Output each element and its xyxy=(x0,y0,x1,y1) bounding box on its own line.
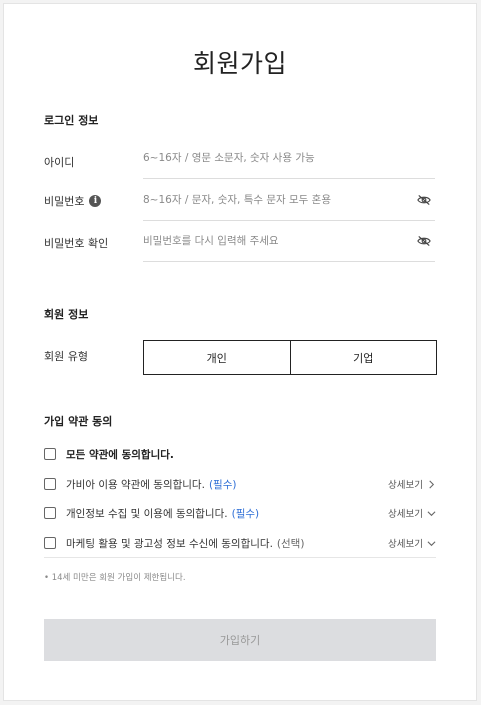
agree-all-checkbox[interactable] xyxy=(44,448,56,460)
member-info-heading: 회원 정보 xyxy=(44,308,89,321)
page-title: 회원가입 xyxy=(192,49,287,78)
eye-off-icon[interactable] xyxy=(417,194,431,206)
terms-label-gabia[interactable]: 가비아 이용 약관에 동의합니다. xyxy=(66,477,205,492)
id-field xyxy=(143,138,435,179)
member-type-personal-button[interactable]: 개인 xyxy=(144,341,290,374)
required-tag: (필수) xyxy=(208,478,237,491)
terms-checkbox-gabia[interactable] xyxy=(44,478,56,490)
member-type-toggle: 개인 기업 xyxy=(143,340,437,375)
member-type-business-button[interactable]: 기업 xyxy=(289,341,437,374)
details-link-privacy[interactable]: 상세보기 xyxy=(388,504,436,522)
chevron-right-icon xyxy=(429,480,435,488)
terms-label-privacy[interactable]: 개인정보 수집 및 이용에 동의합니다. xyxy=(66,506,228,521)
id-input[interactable] xyxy=(143,152,403,164)
details-link-gabia[interactable]: 상세보기 xyxy=(388,475,436,493)
terms-label-marketing[interactable]: 마케팅 활용 및 광고성 정보 수신에 동의합니다. xyxy=(66,536,273,551)
agree-all-row: 모든 약관에 동의합니다. xyxy=(44,445,436,463)
terms-row-gabia: 가비아 이용 약관에 동의합니다. (필수) 상세보기 xyxy=(44,475,436,493)
terms-checkbox-marketing[interactable] xyxy=(44,537,56,549)
password-label: 비밀번호 i xyxy=(44,193,102,209)
required-tag: (필수) xyxy=(231,507,260,520)
optional-tag: (선택) xyxy=(276,537,305,550)
info-icon[interactable]: i xyxy=(89,195,102,207)
details-link-marketing[interactable]: 상세보기 xyxy=(388,534,436,552)
signup-card: 회원가입 로그인 정보 아이디 비밀번호 i 비밀번호 확인 회원 정보 회원 … xyxy=(3,3,477,701)
password-confirm-label: 비밀번호 확인 xyxy=(44,237,109,250)
password-input[interactable] xyxy=(143,194,403,206)
terms-heading: 가입 약관 동의 xyxy=(44,415,113,428)
password-field xyxy=(143,180,435,221)
eye-off-icon[interactable] xyxy=(417,235,431,247)
login-info-heading: 로그인 정보 xyxy=(44,114,99,127)
terms-row-privacy: 개인정보 수집 및 이용에 동의합니다. (필수) 상세보기 xyxy=(44,504,436,522)
terms-checkbox-privacy[interactable] xyxy=(44,507,56,519)
terms-divider xyxy=(44,557,436,558)
chevron-down-icon xyxy=(427,510,436,516)
password-confirm-input[interactable] xyxy=(143,235,403,247)
chevron-down-icon xyxy=(427,540,436,546)
id-label: 아이디 xyxy=(44,156,75,169)
password-confirm-field xyxy=(143,221,435,262)
signup-submit-button[interactable]: 가입하기 xyxy=(44,619,436,661)
member-type-label: 회원 유형 xyxy=(44,350,88,363)
age-restriction-note: • 14세 미만은 회원 가입이 제한됩니다. xyxy=(44,573,186,583)
terms-row-marketing: 마케팅 활용 및 광고성 정보 수신에 동의합니다. (선택) 상세보기 xyxy=(44,534,436,552)
agree-all-label[interactable]: 모든 약관에 동의합니다. xyxy=(66,447,174,462)
